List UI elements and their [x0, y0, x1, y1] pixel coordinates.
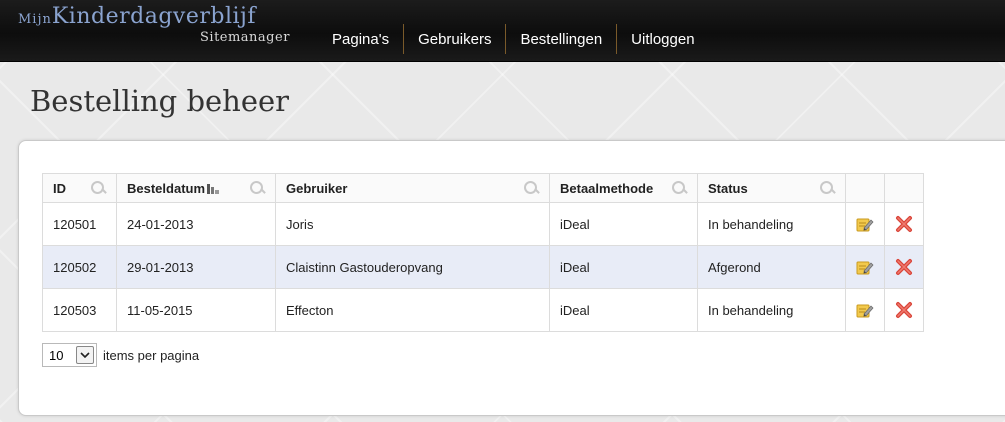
cell-date: 29-01-2013 [116, 245, 276, 289]
edit-cell [845, 202, 885, 246]
column-header-label: Betaalmethode [560, 180, 654, 196]
cell-id: 120502 [42, 245, 117, 289]
delete-cell [884, 245, 924, 289]
delete-cell [884, 288, 924, 332]
cell-id: 120503 [42, 288, 117, 332]
edit-icon[interactable] [856, 301, 874, 319]
cell-status: In behandeling [697, 288, 846, 332]
edit-icon[interactable] [856, 215, 874, 233]
column-header-besteldatum[interactable]: Besteldatum [116, 173, 276, 203]
cell-user: Effecton [275, 288, 550, 332]
cell-id: 120501 [42, 202, 117, 246]
sort-descending-icon [207, 184, 220, 195]
cell-payment: iDeal [549, 245, 698, 289]
cell-date: 11-05-2015 [116, 288, 276, 332]
orders-table: ID Besteldatum Gebruiker Betaalmethode S… [42, 173, 924, 332]
logo-prefix: Mijn [18, 12, 52, 27]
nav-item-uitloggen[interactable]: Uitloggen [616, 24, 708, 54]
nav-item-gebruikers[interactable]: Gebruikers [403, 24, 505, 54]
cell-status: In behandeling [697, 202, 846, 246]
delete-icon[interactable] [895, 258, 913, 276]
delete-cell [884, 202, 924, 246]
page-size-select[interactable]: 10 [42, 343, 97, 367]
nav-item-paginas[interactable]: Pagina's [318, 24, 403, 54]
cell-payment: iDeal [549, 202, 698, 246]
page-size-label: items per pagina [103, 347, 200, 363]
delete-icon[interactable] [895, 215, 913, 233]
column-header-label: Status [708, 180, 748, 196]
logo-main: Kinderdagverblijf [51, 4, 257, 29]
column-header-label: Besteldatum [127, 180, 206, 196]
page-size-value: 10 [49, 347, 64, 363]
delete-icon[interactable] [895, 301, 913, 319]
main-nav: Pagina's Gebruikers Bestellingen Uitlogg… [318, 24, 709, 54]
column-header-delete [884, 173, 924, 203]
chevron-down-icon[interactable] [76, 346, 94, 364]
table-row[interactable]: 120503 11-05-2015 Effecton iDeal In beha… [42, 288, 924, 332]
column-header-label: ID [53, 180, 66, 196]
cell-user: Joris [275, 202, 550, 246]
site-logo[interactable]: MijnKinderdagverblijf Sitemanager [18, 4, 289, 45]
orders-panel: ID Besteldatum Gebruiker Betaalmethode S… [18, 140, 1005, 416]
column-header-status[interactable]: Status [697, 173, 846, 203]
edit-cell [845, 288, 885, 332]
search-icon[interactable] [523, 180, 539, 196]
cell-user: Claistinn Gastouderopvang [275, 245, 550, 289]
table-header-row: ID Besteldatum Gebruiker Betaalmethode S… [42, 173, 924, 203]
cell-status: Afgerond [697, 245, 846, 289]
search-icon[interactable] [90, 180, 106, 196]
page-title: Bestelling beheer [30, 84, 290, 118]
table-row[interactable]: 120501 24-01-2013 Joris iDeal In behande… [42, 202, 924, 246]
logo-subtitle: Sitemanager [200, 30, 290, 45]
edit-cell [845, 245, 885, 289]
search-icon[interactable] [249, 180, 265, 196]
nav-item-bestellingen[interactable]: Bestellingen [505, 24, 616, 54]
cell-payment: iDeal [549, 288, 698, 332]
search-icon[interactable] [819, 180, 835, 196]
table-row[interactable]: 120502 29-01-2013 Claistinn Gastouderopv… [42, 245, 924, 289]
edit-icon[interactable] [856, 258, 874, 276]
column-header-gebruiker[interactable]: Gebruiker [275, 173, 550, 203]
column-header-id[interactable]: ID [42, 173, 117, 203]
top-navigation-bar: MijnKinderdagverblijf Sitemanager Pagina… [0, 0, 1005, 62]
cell-date: 24-01-2013 [116, 202, 276, 246]
search-icon[interactable] [671, 180, 687, 196]
column-header-betaalmethode[interactable]: Betaalmethode [549, 173, 698, 203]
pager: 10 items per pagina [42, 343, 199, 367]
column-header-label: Gebruiker [286, 180, 348, 196]
column-header-edit [845, 173, 885, 203]
